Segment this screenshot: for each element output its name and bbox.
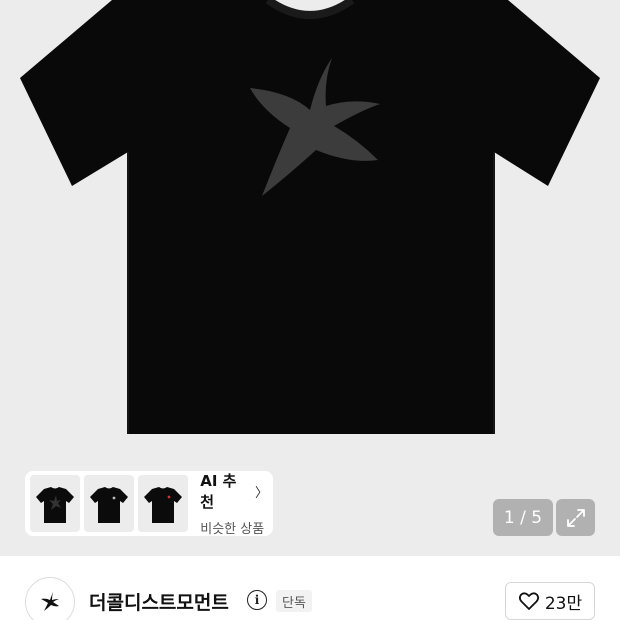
info-icon[interactable]: i <box>247 590 267 610</box>
like-count: 23만 <box>544 593 583 614</box>
thumbnail-logo-tee-2[interactable] <box>138 475 189 532</box>
brand-row: 더콜디스트모먼트 i 단독 23만 <box>0 556 620 620</box>
chevron-right-icon: 〉 <box>255 485 269 501</box>
brand-logo[interactable] <box>25 577 75 620</box>
expand-button[interactable] <box>556 499 595 536</box>
starfish-logo-icon <box>41 592 59 611</box>
ai-recommendation-card[interactable]: AI 추천 〉 비슷한 상품 <box>25 470 273 537</box>
thumbnail-starfish-tee[interactable] <box>30 475 81 532</box>
product-image-gallery[interactable]: AI 추천 〉 비슷한 상품 1 / 5 <box>0 0 620 556</box>
thumbnail-logo-tee[interactable] <box>84 475 135 532</box>
ai-recommend-link[interactable]: AI 추천 〉 <box>200 470 268 512</box>
image-counter: 1 / 5 <box>493 499 553 536</box>
exclusive-badge: 단독 <box>276 590 312 612</box>
ai-recommend-subtitle: 비슷한 상품 <box>200 522 265 537</box>
brand-name[interactable]: 더콜디스트모먼트 <box>89 588 229 615</box>
heart-icon <box>518 592 539 610</box>
expand-icon <box>566 508 585 527</box>
ai-recommend-title: AI 추천 <box>200 472 237 511</box>
like-button[interactable]: 23만 <box>505 582 595 620</box>
